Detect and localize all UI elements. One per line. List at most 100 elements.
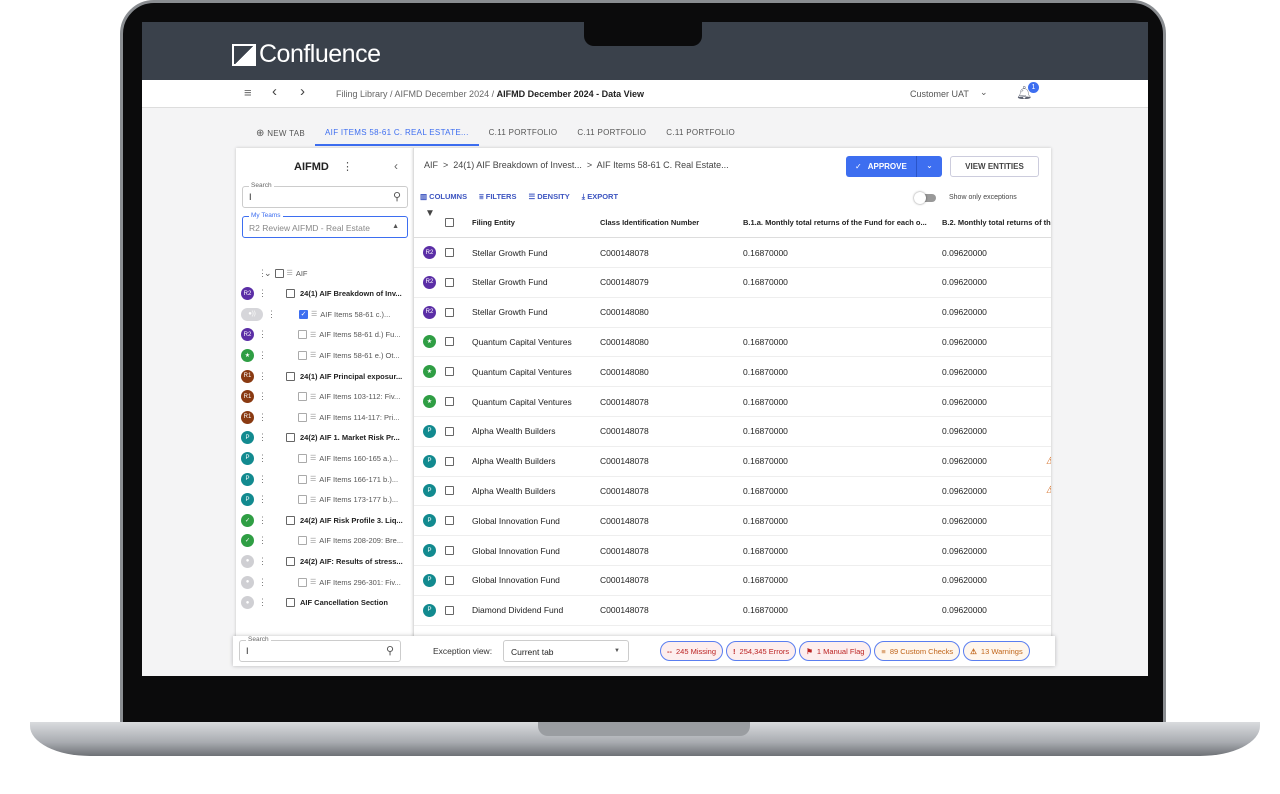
tree-item-checkbox[interactable] [298, 351, 307, 360]
cell-b2[interactable]: 0.09620000 [942, 397, 987, 407]
cell-b1a[interactable]: 0.16870000 [743, 605, 788, 615]
cell-b2[interactable]: 0.09620000 [942, 307, 987, 317]
row-checkbox[interactable] [445, 576, 454, 585]
cell-class-id[interactable]: C000148078 [600, 248, 649, 258]
section-crumb-breakdown[interactable]: 24(1) AIF Breakdown of Invest... [453, 160, 582, 170]
cell-b2[interactable]: 0.09620000 [942, 248, 987, 258]
table-row[interactable]: PGlobal Innovation FundC0001480780.16870… [414, 536, 1051, 566]
tree-item-checkbox[interactable] [275, 269, 284, 278]
row-checkbox[interactable] [445, 367, 454, 376]
item-menu-icon[interactable]: ⋮ [258, 329, 264, 340]
tab[interactable]: C.11 PORTFOLIO [656, 126, 745, 146]
cell-b2[interactable]: 0.09620000 [942, 367, 987, 377]
row-checkbox[interactable] [445, 397, 454, 406]
tree-item-checkbox[interactable] [286, 372, 295, 381]
environment-select[interactable]: Customer UAT [910, 89, 969, 99]
table-row[interactable]: ★Quantum Capital VenturesC0001480780.168… [414, 387, 1051, 417]
tree-item[interactable]: R1⋮24(1) AIF Principal exposur... [236, 367, 413, 385]
tab[interactable]: AIF ITEMS 58-61 C. REAL ESTATE... [315, 126, 479, 146]
table-row[interactable]: PAlpha Wealth BuildersC0001480780.168700… [414, 417, 1051, 447]
breadcrumb-aifmd[interactable]: AIFMD December 2024 [395, 89, 490, 99]
cell-b1a[interactable]: 0.16870000 [743, 248, 788, 258]
exception-badge[interactable]: --245 Missing [660, 641, 723, 661]
tree-item[interactable]: ●))⋮✓☰AIF Items 58-61 c.)... [236, 305, 413, 323]
exception-badge[interactable]: ⚠13 Warnings [963, 641, 1030, 661]
approve-menu-chevron-icon[interactable]: ⌄ [916, 156, 942, 177]
tree-item-checkbox[interactable] [286, 433, 295, 442]
cell-b1a[interactable]: 0.16870000 [743, 277, 788, 287]
row-checkbox[interactable] [445, 606, 454, 615]
tree-item-checkbox[interactable] [298, 475, 307, 484]
tree-item-checkbox[interactable] [298, 330, 307, 339]
cell-class-id[interactable]: C000148080 [600, 367, 649, 377]
tree-item[interactable]: ✓⋮☰AIF Items 208-209: Bre... [236, 532, 413, 550]
cell-b1a[interactable]: 0.16870000 [743, 546, 788, 556]
cell-class-id[interactable]: C000148078 [600, 516, 649, 526]
cell-class-id[interactable]: C000148078 [600, 486, 649, 496]
warning-icon[interactable]: ⚠ [1046, 456, 1051, 467]
cell-class-id[interactable]: C000148078 [600, 426, 649, 436]
section-crumb-aif[interactable]: AIF [424, 160, 438, 170]
sidebar-search-input[interactable]: Search I ⚲ [242, 186, 408, 208]
table-row[interactable]: PAlpha Wealth BuildersC0001480780.168700… [414, 447, 1051, 477]
forward-icon[interactable]: › [300, 83, 305, 100]
table-row[interactable]: ★Quantum Capital VenturesC0001480800.168… [414, 327, 1051, 357]
item-menu-icon[interactable]: ⋮ [258, 371, 264, 382]
tree-item[interactable]: ★⋮☰AIF Items 58-61 e.) Ot... [236, 346, 413, 364]
export-button[interactable]: ⤓ EXPORT [582, 192, 618, 202]
tree-item[interactable]: R2⋮24(1) AIF Breakdown of Inv... [236, 285, 413, 303]
item-menu-icon[interactable]: ⋮ [258, 453, 264, 464]
cell-filing-entity[interactable]: Stellar Growth Fund [472, 277, 548, 287]
tree-item[interactable]: ●⋮24(2) AIF: Results of stress... [236, 552, 413, 570]
column-filing-entity[interactable]: Filing Entity [472, 218, 515, 227]
cell-b2[interactable]: 0.09620000 [942, 426, 987, 436]
item-menu-icon[interactable]: ⋮ [258, 350, 264, 361]
item-menu-icon[interactable]: ⋮ [258, 474, 264, 485]
table-row[interactable]: R2Stellar Growth FundC0001480790.1687000… [414, 268, 1051, 298]
bottom-search-input[interactable]: Search I ⚲ [239, 640, 401, 662]
exception-badge[interactable]: ≡89 Custom Checks [874, 641, 960, 661]
cell-filing-entity[interactable]: Alpha Wealth Builders [472, 456, 555, 466]
column-class-id[interactable]: Class Identification Number [600, 218, 699, 227]
cell-b2[interactable]: 0.09620000 [942, 337, 987, 347]
tree-item[interactable]: ✓⋮24(2) AIF Risk Profile 3. Liq... [236, 511, 413, 529]
cell-class-id[interactable]: C000148078 [600, 397, 649, 407]
cell-class-id[interactable]: C000148080 [600, 307, 649, 317]
item-menu-icon[interactable]: ⋮ [258, 432, 264, 443]
chevron-down-icon[interactable]: ⌄ [980, 87, 988, 98]
item-menu-icon[interactable]: ⋮ [258, 412, 264, 423]
cell-b1a[interactable]: 0.16870000 [743, 397, 788, 407]
tree-item-checkbox[interactable] [286, 557, 295, 566]
cell-filing-entity[interactable]: Stellar Growth Fund [472, 248, 548, 258]
search-icon[interactable]: ⚲ [386, 644, 394, 657]
cell-b2[interactable]: 0.09620000 [942, 605, 987, 615]
item-menu-icon[interactable]: ⋮ [258, 597, 264, 608]
search-icon[interactable]: ⚲ [393, 190, 401, 203]
item-menu-icon[interactable]: ⋮ [258, 515, 264, 526]
columns-button[interactable]: ▥ COLUMNS [420, 192, 467, 202]
exception-view-select[interactable]: Current tab ▼ [503, 640, 629, 662]
cell-filing-entity[interactable]: Global Innovation Fund [472, 575, 560, 585]
tree-item[interactable]: P⋮☰AIF Items 173-177 b.)... [236, 491, 413, 509]
cell-b2[interactable]: 0.09620000 [942, 456, 987, 466]
tree-item[interactable]: P⋮24(2) AIF 1. Market Risk Pr... [236, 429, 413, 447]
cell-b2[interactable]: 0.09620000 [942, 516, 987, 526]
tab[interactable]: C.11 PORTFOLIO [567, 126, 656, 146]
exception-badge[interactable]: ⚑1 Manual Flag [799, 641, 871, 661]
table-row[interactable]: R2Stellar Growth FundC0001480780.1687000… [414, 238, 1051, 268]
item-menu-icon[interactable]: ⋮ [258, 391, 264, 402]
filters-button[interactable]: ⩸ FILTERS [479, 192, 516, 202]
cell-class-id[interactable]: C000148078 [600, 456, 649, 466]
cell-b1a[interactable]: 0.16870000 [743, 516, 788, 526]
tree-item-checkbox[interactable]: ✓ [299, 310, 308, 319]
cell-filing-entity[interactable]: Global Innovation Fund [472, 516, 560, 526]
row-checkbox[interactable] [445, 457, 454, 466]
tree-item[interactable]: R1⋮☰AIF Items 114-117: Pri... [236, 408, 413, 426]
cell-b2[interactable]: 0.09620000 [942, 575, 987, 585]
tree-item-checkbox[interactable] [298, 578, 307, 587]
cell-b1a[interactable]: 0.16870000 [743, 575, 788, 585]
exceptions-toggle[interactable] [916, 194, 936, 202]
cell-b2[interactable]: 0.09620000 [942, 277, 987, 287]
row-checkbox[interactable] [445, 427, 454, 436]
tree-item[interactable]: ●⋮AIF Cancellation Section [236, 594, 413, 612]
